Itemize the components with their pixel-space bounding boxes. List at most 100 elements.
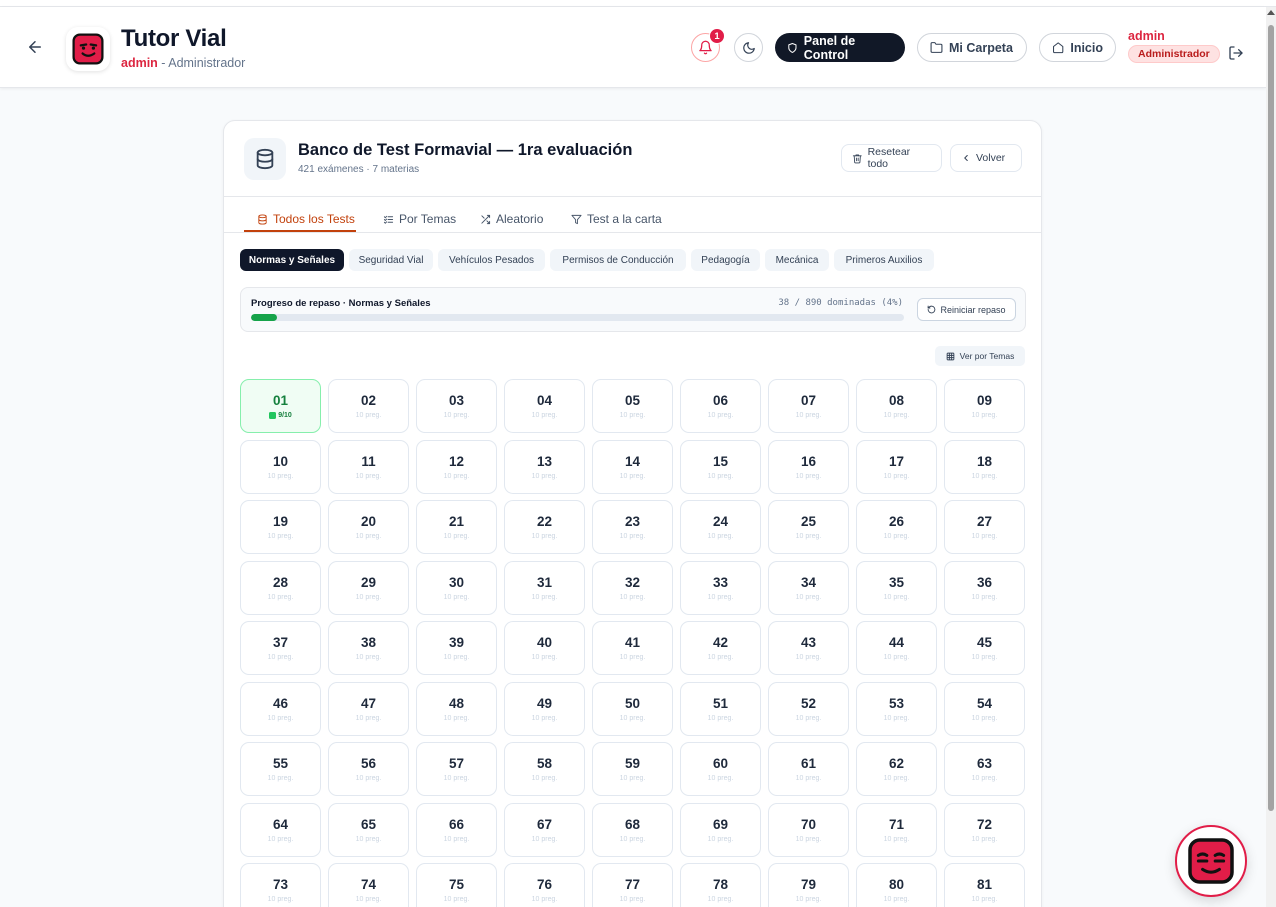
test-cell[interactable]: 26 10 preg. — [856, 500, 937, 554]
test-cell[interactable]: 29 10 preg. — [328, 560, 409, 615]
test-cell[interactable]: 52 10 preg. — [768, 681, 849, 736]
test-cell[interactable]: 06 10 preg. — [680, 379, 761, 433]
tab-all-tests[interactable]: Todos los Tests — [257, 206, 355, 232]
test-cell[interactable]: 45 10 preg. — [944, 621, 1025, 675]
test-cell[interactable]: 51 10 preg. — [680, 681, 761, 736]
page-scrollbar[interactable] — [1266, 7, 1276, 907]
restart-review-button[interactable]: Reiniciar repaso — [917, 298, 1016, 321]
test-cell[interactable]: 46 10 preg. — [240, 681, 321, 736]
test-cell[interactable]: 68 10 preg. — [592, 802, 673, 857]
test-cell[interactable]: 38 10 preg. — [328, 621, 409, 675]
test-cell[interactable]: 77 10 preg. — [592, 863, 673, 907]
test-cell[interactable]: 65 10 preg. — [328, 802, 409, 857]
subject-chip-permisos[interactable]: Permisos de Conducción — [550, 249, 686, 271]
test-cell[interactable]: 62 10 preg. — [856, 742, 937, 796]
test-cell[interactable]: 79 10 preg. — [768, 863, 849, 907]
test-cell[interactable]: 66 10 preg. — [416, 802, 497, 857]
test-cell[interactable]: 18 10 preg. — [944, 439, 1025, 494]
test-cell[interactable]: 44 10 preg. — [856, 621, 937, 675]
test-cell[interactable]: 14 10 preg. — [592, 439, 673, 494]
test-cell[interactable]: 27 10 preg. — [944, 500, 1025, 554]
test-cell[interactable]: 58 10 preg. — [504, 742, 585, 796]
test-cell[interactable]: 10 10 preg. — [240, 439, 321, 494]
assistant-fab-button[interactable] — [1175, 825, 1247, 897]
test-cell[interactable]: 57 10 preg. — [416, 742, 497, 796]
test-cell[interactable]: 12 10 preg. — [416, 439, 497, 494]
subject-chip-seguridad[interactable]: Seguridad Vial — [349, 249, 433, 271]
test-cell[interactable]: 40 10 preg. — [504, 621, 585, 675]
tab-custom-test[interactable]: Test a la carta — [571, 206, 662, 232]
back-arrow-icon[interactable] — [22, 34, 48, 60]
test-cell[interactable]: 23 10 preg. — [592, 500, 673, 554]
test-cell[interactable]: 11 10 preg. — [328, 439, 409, 494]
reset-all-button[interactable]: Resetear todo — [841, 144, 942, 172]
test-cell[interactable]: 63 10 preg. — [944, 742, 1025, 796]
test-cell[interactable]: 34 10 preg. — [768, 560, 849, 615]
test-cell[interactable]: 47 10 preg. — [328, 681, 409, 736]
test-cell[interactable]: 05 10 preg. — [592, 379, 673, 433]
test-cell[interactable]: 55 10 preg. — [240, 742, 321, 796]
test-cell[interactable]: 04 10 preg. — [504, 379, 585, 433]
test-cell[interactable]: 31 10 preg. — [504, 560, 585, 615]
test-cell[interactable]: 78 10 preg. — [680, 863, 761, 907]
test-cell[interactable]: 30 10 preg. — [416, 560, 497, 615]
test-cell[interactable]: 49 10 preg. — [504, 681, 585, 736]
my-folder-button[interactable]: Mi Carpeta — [917, 33, 1027, 62]
test-cell[interactable]: 08 10 preg. — [856, 379, 937, 433]
subject-chip-pesados[interactable]: Vehículos Pesados — [438, 249, 545, 271]
control-panel-button[interactable]: Panel de Control — [775, 33, 905, 62]
test-cell[interactable]: 53 10 preg. — [856, 681, 937, 736]
test-cell[interactable]: 21 10 preg. — [416, 500, 497, 554]
test-cell[interactable]: 20 10 preg. — [328, 500, 409, 554]
test-cell[interactable]: 54 10 preg. — [944, 681, 1025, 736]
test-cell[interactable]: 60 10 preg. — [680, 742, 761, 796]
test-cell[interactable]: 64 10 preg. — [240, 802, 321, 857]
test-cell[interactable]: 19 10 preg. — [240, 500, 321, 554]
logout-icon[interactable] — [1225, 42, 1247, 64]
test-cell[interactable]: 81 10 preg. — [944, 863, 1025, 907]
test-cell[interactable]: 56 10 preg. — [328, 742, 409, 796]
test-cell[interactable]: 33 10 preg. — [680, 560, 761, 615]
test-cell[interactable]: 70 10 preg. — [768, 802, 849, 857]
test-cell[interactable]: 15 10 preg. — [680, 439, 761, 494]
test-cell[interactable]: 76 10 preg. — [504, 863, 585, 907]
test-cell[interactable]: 75 10 preg. — [416, 863, 497, 907]
test-cell[interactable]: 80 10 preg. — [856, 863, 937, 907]
test-cell[interactable]: 73 10 preg. — [240, 863, 321, 907]
test-cell[interactable]: 39 10 preg. — [416, 621, 497, 675]
test-cell[interactable]: 69 10 preg. — [680, 802, 761, 857]
test-cell[interactable]: 72 10 preg. — [944, 802, 1025, 857]
view-by-topics-button[interactable]: Ver por Temas — [935, 346, 1025, 366]
subject-chip-pedagogia[interactable]: Pedagogía — [691, 249, 760, 271]
test-cell[interactable]: 59 10 preg. — [592, 742, 673, 796]
notifications-button[interactable]: 1 — [691, 28, 725, 62]
subject-chip-mecanica[interactable]: Mecánica — [765, 249, 829, 271]
test-cell[interactable]: 71 10 preg. — [856, 802, 937, 857]
test-cell[interactable]: 25 10 preg. — [768, 500, 849, 554]
test-cell[interactable]: 37 10 preg. — [240, 621, 321, 675]
test-cell[interactable]: 17 10 preg. — [856, 439, 937, 494]
subject-chip-auxilios[interactable]: Primeros Auxilios — [834, 249, 934, 271]
test-cell[interactable]: 74 10 preg. — [328, 863, 409, 907]
test-cell[interactable]: 02 10 preg. — [328, 379, 409, 433]
subject-chip-normas[interactable]: Normas y Señales — [240, 249, 344, 271]
test-cell[interactable]: 42 10 preg. — [680, 621, 761, 675]
home-button[interactable]: Inicio — [1039, 33, 1116, 62]
test-cell[interactable]: 35 10 preg. — [856, 560, 937, 615]
test-cell[interactable]: 24 10 preg. — [680, 500, 761, 554]
test-cell[interactable]: 03 10 preg. — [416, 379, 497, 433]
test-cell[interactable]: 28 10 preg. — [240, 560, 321, 615]
test-cell[interactable]: 01 9/10 — [240, 379, 321, 433]
test-cell[interactable]: 22 10 preg. — [504, 500, 585, 554]
test-cell[interactable]: 50 10 preg. — [592, 681, 673, 736]
test-cell[interactable]: 41 10 preg. — [592, 621, 673, 675]
test-cell[interactable]: 67 10 preg. — [504, 802, 585, 857]
theme-toggle-button[interactable] — [734, 33, 763, 62]
test-cell[interactable]: 48 10 preg. — [416, 681, 497, 736]
tab-by-topics[interactable]: Por Temas — [383, 206, 456, 232]
test-cell[interactable]: 07 10 preg. — [768, 379, 849, 433]
back-button[interactable]: Volver — [950, 144, 1022, 172]
test-cell[interactable]: 16 10 preg. — [768, 439, 849, 494]
scrollbar-thumb[interactable] — [1268, 25, 1274, 811]
test-cell[interactable]: 43 10 preg. — [768, 621, 849, 675]
